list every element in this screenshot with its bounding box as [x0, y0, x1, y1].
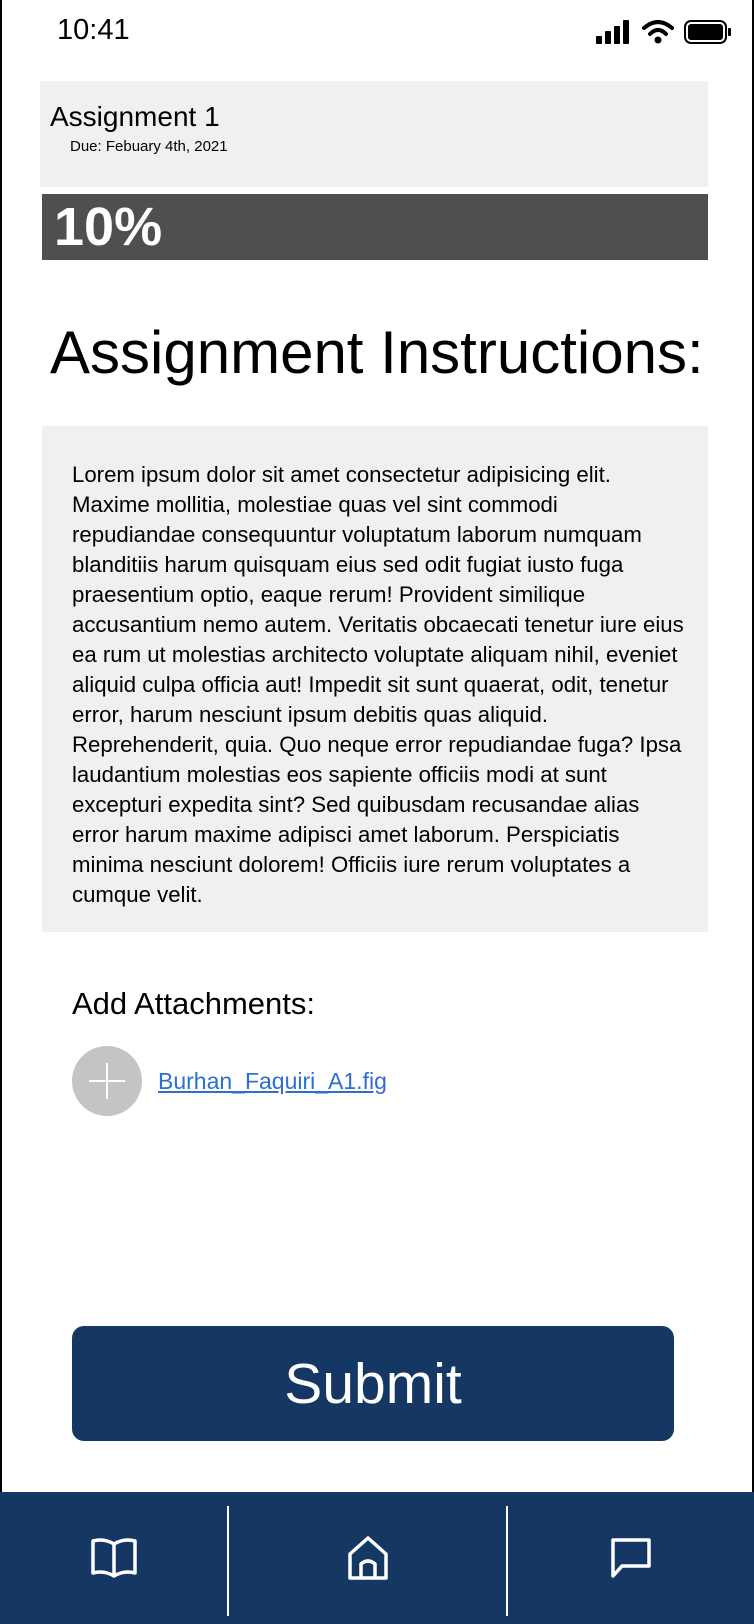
instructions-card: Lorem ipsum dolor sit amet consectetur a… — [42, 426, 708, 932]
submit-button[interactable]: Submit — [72, 1326, 674, 1441]
nav-item-messages[interactable] — [508, 1492, 754, 1624]
attachment-row: Burhan_Faquiri_A1.fig — [72, 1046, 387, 1116]
nav-item-home[interactable] — [229, 1492, 507, 1624]
signal-icon — [596, 20, 629, 44]
progress-bar: 10% — [42, 194, 708, 260]
wifi-icon — [642, 20, 674, 44]
assignment-title: Assignment 1 — [50, 101, 220, 132]
book-icon — [91, 1538, 137, 1578]
instructions-body: Lorem ipsum dolor sit amet consectetur a… — [72, 462, 684, 907]
instructions-title: Assignment Instructions: — [50, 319, 704, 386]
add-attachment-button[interactable] — [72, 1046, 142, 1116]
status-icons — [596, 20, 732, 44]
status-time: 10:41 — [57, 14, 130, 46]
assignment-due-date: Due: Febuary 4th, 2021 — [70, 138, 228, 155]
home-icon — [348, 1536, 388, 1580]
battery-icon — [684, 20, 731, 44]
attachment-file-link[interactable]: Burhan_Faquiri_A1.fig — [158, 1068, 387, 1095]
chat-icon — [611, 1538, 651, 1578]
frame-left-border — [0, 0, 2, 1624]
attachments-title: Add Attachments: — [72, 986, 315, 1021]
bottom-nav — [0, 1492, 754, 1624]
progress-label: 10% — [54, 197, 163, 257]
nav-item-courses[interactable] — [0, 1492, 228, 1624]
assignment-card: Assignment 1 Due: Febuary 4th, 2021 — [40, 81, 708, 187]
